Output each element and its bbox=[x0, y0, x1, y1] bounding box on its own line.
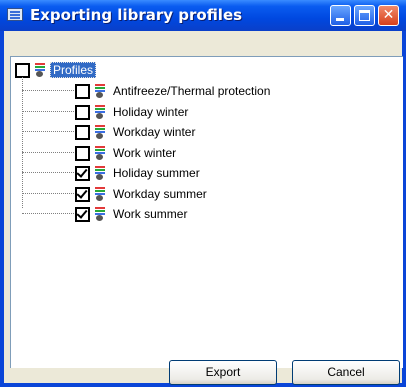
tree-connector-horizontal bbox=[22, 193, 74, 194]
profile-label: Holiday winter bbox=[113, 105, 189, 119]
profile-label: Workday winter bbox=[113, 125, 196, 139]
profiles-root-label[interactable]: Profiles bbox=[50, 62, 97, 78]
tree-item[interactable]: Workday winter bbox=[75, 124, 375, 142]
profiles-root-checkbox[interactable] bbox=[15, 63, 30, 78]
profile-icon bbox=[93, 186, 107, 201]
tree-item[interactable]: Holiday summer bbox=[75, 165, 375, 183]
tree-connector-horizontal bbox=[22, 131, 74, 132]
tree-connector-vertical bbox=[22, 77, 23, 208]
tree-item[interactable]: Workday summer bbox=[75, 186, 375, 204]
close-icon: ✕ bbox=[382, 7, 395, 23]
profile-label: Workday summer bbox=[113, 187, 207, 201]
title-bar[interactable]: Exporting library profiles ✕ bbox=[0, 0, 406, 31]
profile-icon bbox=[93, 104, 107, 119]
profile-checkbox[interactable] bbox=[75, 84, 90, 99]
cancel-button[interactable]: Cancel bbox=[292, 360, 400, 385]
tree-item[interactable]: Work summer bbox=[75, 206, 375, 224]
profile-label: Antifreeze/Thermal protection bbox=[113, 84, 271, 98]
profile-checkbox[interactable] bbox=[75, 166, 90, 181]
tree-item[interactable]: Antifreeze/Thermal protection bbox=[75, 83, 375, 101]
profile-icon bbox=[93, 83, 107, 98]
export-button[interactable]: Export bbox=[169, 360, 277, 385]
profile-checkbox[interactable] bbox=[75, 146, 90, 161]
profile-icon bbox=[93, 145, 107, 160]
profile-icon bbox=[93, 165, 107, 180]
profile-label: Work winter bbox=[113, 146, 177, 160]
profile-icon bbox=[93, 124, 107, 139]
tree-item[interactable]: Holiday winter bbox=[75, 104, 375, 122]
tree-connector-horizontal bbox=[22, 213, 74, 214]
profile-checkbox[interactable] bbox=[75, 207, 90, 222]
tree-connector-horizontal bbox=[22, 152, 74, 153]
tree-root-profiles[interactable]: Profiles bbox=[15, 62, 215, 80]
profiles-group-icon bbox=[33, 62, 47, 77]
profile-label: Holiday summer bbox=[113, 166, 200, 180]
tree-connector-horizontal bbox=[22, 111, 74, 112]
profile-checkbox[interactable] bbox=[75, 105, 90, 120]
minimize-button[interactable] bbox=[330, 5, 351, 26]
profile-label: Work summer bbox=[113, 207, 188, 221]
tree-connector-horizontal bbox=[22, 172, 74, 173]
window-title: Exporting library profiles bbox=[30, 6, 243, 24]
window-app-icon bbox=[7, 8, 23, 21]
profile-checkbox[interactable] bbox=[75, 187, 90, 202]
profile-checkbox[interactable] bbox=[75, 125, 90, 140]
close-button[interactable]: ✕ bbox=[378, 5, 399, 26]
dialog-window: Exporting library profiles ✕ Profiles An… bbox=[0, 0, 406, 387]
profiles-tree[interactable]: Profiles Antifreeze/Thermal protection Ho… bbox=[10, 56, 403, 368]
tree-connector-horizontal bbox=[22, 90, 74, 91]
profile-icon bbox=[93, 206, 107, 221]
tree-item[interactable]: Work winter bbox=[75, 145, 375, 163]
dialog-client-area: Profiles Antifreeze/Thermal protection Ho… bbox=[4, 31, 403, 385]
maximize-button[interactable] bbox=[354, 5, 375, 26]
